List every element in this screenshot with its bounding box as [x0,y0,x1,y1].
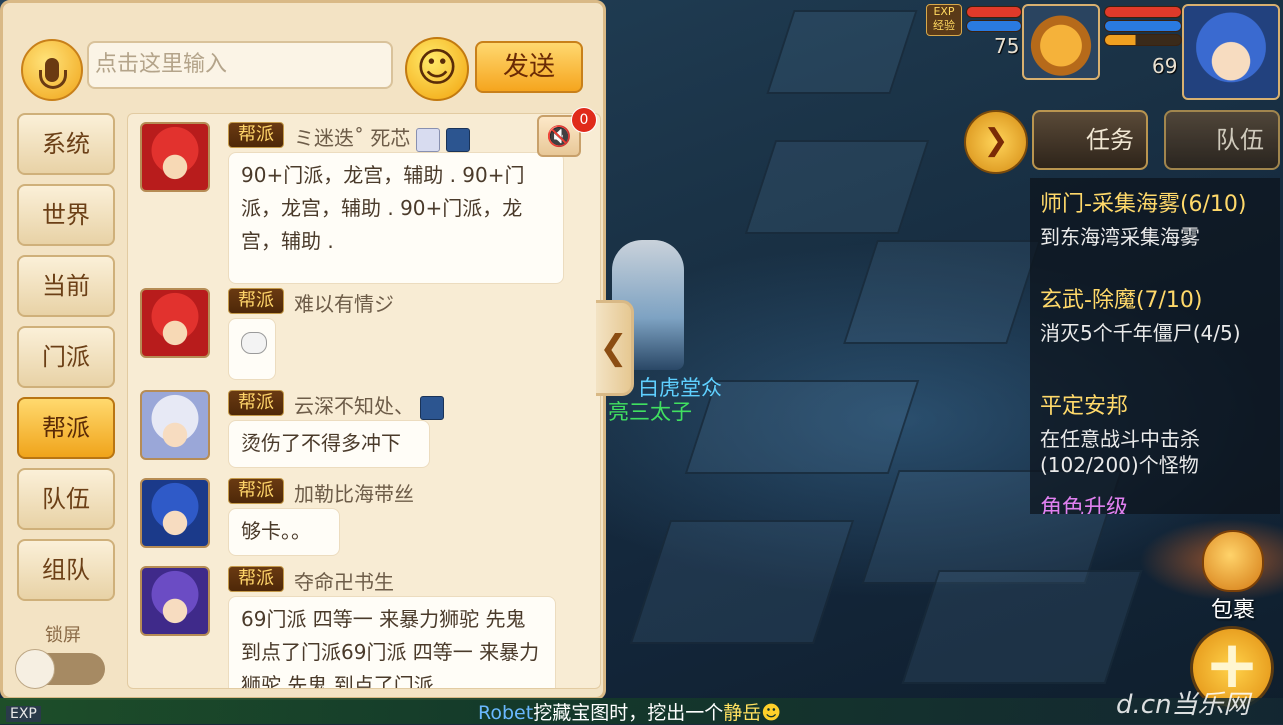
inventory-button[interactable]: 包裹 [1196,530,1270,623]
message-text: 69门派 四等一 来暴力狮驼 先鬼 到点了门派69门派 四等一 来暴力狮驼 先鬼… [241,607,540,689]
collapse-chat-button[interactable]: ❮ [596,300,634,396]
message-list[interactable]: 帮派 ミ迷迭˚ 死芯 90+门派，龙宫，辅助 . 90+门派，龙宫，辅助 . 9… [127,113,601,689]
message-bubble: 够卡。。 [228,508,340,556]
watermark: d.cn当乐网 [1116,690,1250,720]
quest-tracker[interactable]: 师门-采集海雾(6/10) 到东海湾采集海雾 玄武-除魔(7/10) 消灭5个千… [1030,178,1280,514]
message-bubble [228,318,276,380]
quest-desc: 到东海湾采集海雾 [1040,225,1200,249]
channel-badge: 帮派 [228,288,284,314]
stone-tile [901,570,1143,684]
sect-icon [416,127,441,152]
quest-title[interactable]: 角色升级 [1040,490,1128,514]
list-item: 帮派 加勒比海带丝 够卡。。 [140,478,600,562]
sender-name[interactable]: ミ迷迭˚ 死芯 [294,122,471,152]
stone-tile [843,240,1041,344]
avatar[interactable] [140,288,210,358]
cat-emoji-icon [241,331,267,354]
hero-exp-bar [1104,34,1182,46]
expand-arrow-button[interactable]: ❯ [964,110,1028,174]
sender-name[interactable]: 难以有情ジ [294,288,394,317]
quest-title[interactable]: 玄武-除魔(7/10) [1040,282,1203,314]
chat-input[interactable]: 点击这里输入 [87,41,393,89]
emoji-button[interactable]: ☺ [405,37,469,101]
exp-label: EXP [6,706,41,722]
task-label: 任务 [1086,126,1134,154]
message-text: 90+门派，龙宫，辅助 . 90+门派，龙宫，辅助 . 90+门派，龙宫，辅助 … [241,163,525,253]
hero-hp-bar [1104,6,1182,18]
avatar[interactable] [140,122,210,192]
role-icon [420,395,444,420]
lock-screen-label: 锁屏 [45,625,81,646]
hero-mp-bar [1104,20,1182,32]
ticker-player-name[interactable]: Robet [478,702,533,724]
smile-emoji-icon: ☻ [761,702,782,724]
tab-current[interactable]: 当前 [17,255,115,317]
list-item: 帮派 难以有情ジ [140,288,600,384]
message-text: 烫伤了不得多冲下 [241,431,401,455]
quest-desc: 消灭5个千年僵尸(4/5) [1040,321,1241,345]
list-item: 帮派 夺命卍书生 69门派 四等一 来暴力狮驼 先鬼 到点了门派69门派 四等一… [140,566,600,689]
toggle-knob[interactable] [15,649,55,689]
avatar[interactable] [140,566,210,636]
tab-team[interactable]: 队伍 [17,468,115,530]
tab-sect[interactable]: 门派 [17,326,115,388]
tab-world[interactable]: 世界 [17,184,115,246]
sender-name[interactable]: 夺命卍书生 [294,566,394,595]
message-bubble: 69门派 四等一 来暴力狮驼 先鬼 到点了门派69门派 四等一 来暴力狮驼 先鬼… [228,596,556,689]
sender-name[interactable]: 云深不知处、 [294,390,444,420]
hero-level: 69 [1152,54,1178,78]
pet-level: 75 [994,34,1020,58]
sender-name[interactable]: 加勒比海带丝 [294,478,414,507]
channel-tabs: 系统 世界 当前 门派 帮派 队伍 组队 [17,113,115,610]
stone-tile [629,520,855,644]
pet-hp-bar [966,6,1022,18]
team-label: 队伍 [1216,126,1264,154]
ticker-item[interactable]: 静岳 [723,702,761,724]
tab-system[interactable]: 系统 [17,113,115,175]
exp-icon[interactable]: EXP 经验 [926,4,962,36]
bag-icon [1202,530,1264,592]
channel-badge: 帮派 [228,566,284,592]
mute-count-badge: 0 [571,107,597,133]
message-text: 够卡。。 [241,519,311,543]
tab-tasks[interactable]: 任务 [1032,110,1148,170]
avatar[interactable] [140,390,210,460]
npc-name[interactable]: 亮三太子 [608,396,692,426]
quest-title[interactable]: 师门-采集海雾(6/10) [1040,186,1247,218]
quest-title[interactable]: 平定安邦 [1040,388,1128,420]
pet-portrait[interactable] [1022,4,1100,80]
channel-badge: 帮派 [228,390,284,416]
channel-badge: 帮派 [228,122,284,148]
tab-guild[interactable]: 帮派 [17,397,115,459]
pet-mp-bar [966,20,1022,32]
list-item: 帮派 ミ迷迭˚ 死芯 90+门派，龙宫，辅助 . 90+门派，龙宫，辅助 . 9… [140,122,600,290]
tab-team-hud[interactable]: 队伍 [1164,110,1280,170]
channel-badge: 帮派 [228,478,284,504]
bag-label: 包裹 [1210,598,1255,623]
ticker-text: 挖藏宝图时，挖出一个 [533,702,724,724]
tab-group[interactable]: 组队 [17,539,115,601]
system-ticker: Robet挖藏宝图时，挖出一个静岳☻ [478,698,781,725]
stone-tile [744,140,930,234]
message-bubble: 90+门派，龙宫，辅助 . 90+门派，龙宫，辅助 . 90+门派，龙宫，辅助 … [228,152,564,284]
lock-screen-toggle[interactable] [15,649,105,689]
hero-portrait[interactable] [1182,4,1280,100]
quest-desc: 在任意战斗中击杀(102/200)个怪物 [1040,427,1200,477]
list-item: 帮派 云深不知处、 烫伤了不得多冲下 [140,390,600,474]
stone-tile [766,10,918,94]
role-icon [446,127,471,152]
microphone-icon[interactable] [21,39,83,101]
send-button[interactable]: 发送 [475,41,583,93]
message-bubble: 烫伤了不得多冲下 [228,420,430,468]
chat-panel: 点击这里输入 ☺ 发送 系统 世界 当前 门派 帮派 队伍 组队 锁屏 帮派 ミ… [0,0,606,700]
avatar[interactable] [140,478,210,548]
